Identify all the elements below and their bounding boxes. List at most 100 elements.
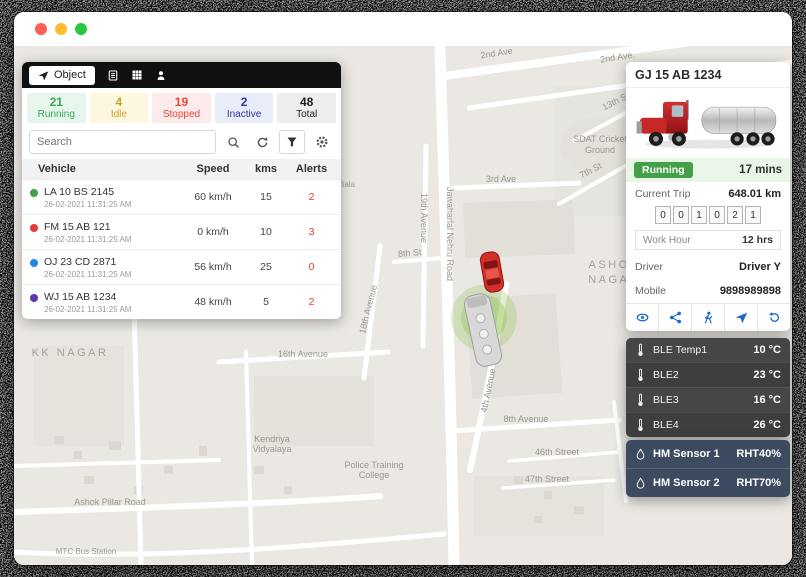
- replay-button[interactable]: [757, 304, 790, 331]
- ble-sensor-row: BLE Temp1 10 °C: [626, 338, 790, 362]
- hm-sensor-row: HM Sensor 2 RHT70%: [626, 468, 790, 497]
- walking-person-icon: [702, 311, 715, 324]
- status-dot: [30, 189, 38, 197]
- map-label: 19th Avenue: [419, 193, 429, 243]
- mobile-label: Mobile: [635, 285, 666, 297]
- ble-sensor-value: 16 °C: [753, 394, 781, 406]
- stat-running-count: 21: [27, 95, 86, 109]
- vehicle-name: FM 15 AB 121: [44, 221, 131, 233]
- stat-running[interactable]: 21 Running: [27, 93, 86, 123]
- map-label: 8th Avenue: [504, 414, 549, 424]
- filter-icon: [286, 136, 298, 148]
- driver-info-button[interactable]: [691, 304, 724, 331]
- status-row: Running 17 mins: [626, 158, 790, 182]
- col-kms: kms: [244, 163, 288, 175]
- thermometer-icon: [635, 418, 646, 432]
- tab-object[interactable]: Object: [29, 66, 95, 85]
- tab-grid[interactable]: [131, 69, 143, 81]
- stat-total-label: Total: [277, 109, 336, 120]
- maximize-window-icon[interactable]: [75, 23, 87, 35]
- close-window-icon[interactable]: [35, 23, 47, 35]
- table-row[interactable]: LA 10 BS 2145 26-02-2021 11:31:25 AM 60 …: [22, 179, 341, 214]
- status-duration: 17 mins: [739, 164, 782, 176]
- vehicle-actions: [626, 303, 790, 331]
- stat-stopped[interactable]: 19 Stopped: [152, 93, 211, 123]
- share-button[interactable]: [658, 304, 691, 331]
- vehicle-kms: 15: [244, 191, 288, 203]
- table-row[interactable]: FM 15 AB 121 26-02-2021 11:31:25 AM 0 km…: [22, 214, 341, 249]
- map-label: 47th Street: [525, 474, 570, 484]
- stat-total[interactable]: 48 Total: [277, 93, 336, 123]
- view-details-button[interactable]: [626, 304, 658, 331]
- vehicle-photo: [626, 88, 790, 158]
- vehicle-speed: 48 km/h: [182, 296, 244, 308]
- ble-sensor-row: BLE4 26 °C: [626, 412, 790, 437]
- vehicle-datetime: 26-02-2021 11:31:25 AM: [44, 305, 131, 314]
- ble-sensor-name: BLE Temp1: [653, 344, 746, 356]
- vehicle-kms: 10: [244, 226, 288, 238]
- map-label: 16th Avenue: [278, 349, 328, 359]
- share-icon: [669, 311, 682, 324]
- ble-sensor-value: 26 °C: [753, 419, 781, 431]
- hm-sensor-name: HM Sensor 1: [653, 448, 729, 460]
- thermometer-icon: [635, 368, 646, 382]
- refresh-button[interactable]: [250, 131, 274, 153]
- tab-driver[interactable]: [155, 69, 167, 82]
- map-label: 3rd Ave: [486, 174, 516, 184]
- odometer: 0 0 1 0 2 1: [626, 206, 790, 230]
- tab-list[interactable]: [107, 69, 119, 82]
- search-toolbar: [22, 126, 341, 159]
- hm-sensor-row: HM Sensor 1 RHT40%: [626, 440, 790, 468]
- ble-sensor-name: BLE2: [653, 369, 746, 381]
- driver-label: Driver: [635, 261, 663, 273]
- map-label: Police Training: [344, 460, 403, 470]
- stat-idle-count: 4: [90, 95, 149, 109]
- map-label: SDAT Cricket: [573, 134, 627, 144]
- water-drop-icon: [635, 448, 646, 461]
- vehicle-datetime: 26-02-2021 11:31:25 AM: [44, 270, 131, 279]
- stat-inactive[interactable]: 2 Inactive: [215, 93, 274, 123]
- thermometer-icon: [635, 343, 646, 357]
- stat-idle-label: Idle: [90, 109, 149, 120]
- stat-inactive-label: Inactive: [215, 109, 274, 120]
- map-label: Ground: [585, 145, 615, 155]
- odometer-digit: 0: [709, 206, 725, 224]
- stat-idle[interactable]: 4 Idle: [90, 93, 149, 123]
- minimize-window-icon[interactable]: [55, 23, 67, 35]
- status-dot: [30, 259, 38, 267]
- map-label: Bala: [339, 180, 356, 189]
- vehicle-kms: 25: [244, 261, 288, 273]
- navigate-button[interactable]: [724, 304, 757, 331]
- status-badge: Running: [634, 162, 693, 178]
- vehicle-card-title: GJ 15 AB 1234: [626, 62, 790, 88]
- object-list-panel: Object: [22, 62, 341, 319]
- col-vehicle: Vehicle: [22, 163, 182, 175]
- map-label: Kendriya: [254, 434, 290, 444]
- map-label: College: [359, 470, 390, 480]
- vehicle-alerts: 3: [288, 226, 335, 238]
- vehicle-speed: 56 km/h: [182, 261, 244, 273]
- odometer-digit: 2: [727, 206, 743, 224]
- settings-button[interactable]: [310, 131, 334, 153]
- map-label: Ashok Pillar Road: [74, 497, 146, 507]
- filter-button[interactable]: [279, 130, 305, 154]
- table-row[interactable]: OJ 23 CD 2871 26-02-2021 11:31:25 AM 56 …: [22, 249, 341, 284]
- col-speed: Speed: [182, 163, 244, 175]
- status-dot: [30, 224, 38, 232]
- person-icon: [155, 69, 167, 82]
- search-button[interactable]: [221, 131, 245, 153]
- vehicle-detail-card: GJ 15 AB 1234: [626, 62, 790, 331]
- vehicle-speed: 0 km/h: [182, 226, 244, 238]
- ble-sensor-value: 23 °C: [753, 369, 781, 381]
- map-label: Jawaharlal Nehru Road: [445, 187, 455, 281]
- send-icon: [735, 311, 748, 324]
- vehicle-alerts: 0: [288, 261, 335, 273]
- work-hour-value: 12 hrs: [742, 234, 773, 246]
- table-row[interactable]: WJ 15 AB 1234 26-02-2021 11:31:25 AM 48 …: [22, 284, 341, 319]
- map-label: 46th Street: [535, 447, 580, 457]
- panel-tab-bar: Object: [22, 62, 341, 88]
- gear-icon: [315, 135, 329, 149]
- vehicle-alerts: 2: [288, 296, 335, 308]
- search-input[interactable]: [30, 136, 215, 148]
- driver-value: Driver Y: [739, 261, 781, 273]
